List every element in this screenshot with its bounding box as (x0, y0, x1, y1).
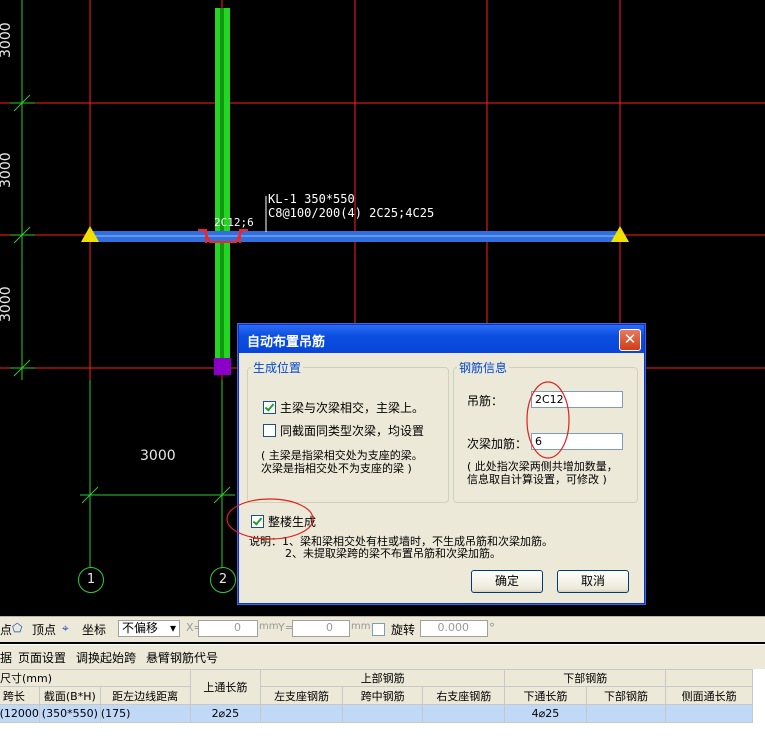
option-same-section-label: 同截面同类型次梁，均设置 (280, 424, 425, 438)
vertex-icon[interactable]: ⬠ (12, 621, 22, 635)
whole-floor-checkbox[interactable] (251, 515, 264, 528)
toolbar-cut-item[interactable]: 点 (0, 621, 12, 638)
rotate-input[interactable]: 0.000 (420, 620, 488, 637)
dimension-bottom: 3000 (140, 448, 176, 464)
header-span-length: 跨长 (0, 686, 40, 705)
dimension-left-top: 3000 (0, 22, 14, 58)
cell-left-support[interactable] (260, 704, 343, 723)
offset-select-value: 不偏移 (122, 621, 159, 635)
header-left-support: 左支座钢筋 (260, 686, 343, 705)
dialog-titlebar[interactable]: 自动布置吊筋 ✕ (239, 325, 644, 353)
header-group-left: 件尺寸(mm) (0, 669, 191, 687)
cell-bottom-rebar[interactable] (585, 704, 667, 723)
header-bottom-rebar: 下部钢筋 (585, 686, 667, 705)
cell-side-through[interactable] (665, 704, 753, 723)
explain-line2: 2、未提取梁跨的梁不布置吊筋和次梁加筋。 (285, 547, 501, 560)
header-left-distance: 距左边线距离 (99, 686, 191, 705)
rebar-input-table: 件尺寸(mm) 上通长筋 上部钢筋 下部钢筋 跨长 截面(B*H) 距左边线距离… (0, 669, 765, 753)
table-toolbar: 据 页面设置 调换起始跨 悬臂钢筋代号 (0, 644, 765, 669)
dialog-title: 自动布置吊筋 (247, 335, 326, 350)
cell-bottom-through[interactable]: 4⌀25 (504, 704, 587, 723)
option-main-beam-row[interactable]: 主梁与次梁相交，主梁上。 (263, 399, 424, 416)
ok-button[interactable]: 确定 (471, 570, 543, 593)
header-right-support: 右支座钢筋 (422, 686, 506, 705)
close-icon[interactable]: ✕ (619, 329, 641, 351)
beam-label-rebar: C8@100/200(4) 2C25;4C25 (268, 206, 435, 220)
rebar-group-legend: 钢筋信息 (457, 359, 510, 376)
hanger-label: 2C12;6 (214, 216, 254, 229)
option-main-beam-label: 主梁与次梁相交，主梁上。 (280, 401, 425, 415)
toolbar2-cut-item[interactable]: 据 (0, 649, 12, 666)
degree-unit: ° (489, 621, 495, 635)
column-center (220, 8, 224, 363)
offset-select[interactable]: 不偏移 ▾ (118, 620, 180, 637)
cell-top-through[interactable]: 2⌀25 (189, 704, 262, 723)
header-side-through: 侧面通长筋 (665, 686, 753, 705)
table-row[interactable]: (12000 (350*550) (175) 2⌀25 4⌀25 (0, 704, 753, 723)
x-unit: mm (259, 621, 279, 632)
hanger-field-label: 吊筋： (467, 394, 504, 408)
header-group-top: 上部钢筋 (260, 669, 506, 687)
rotate-label: 旋转 (391, 623, 416, 637)
cell-right-support[interactable] (422, 704, 506, 723)
hanger-input[interactable]: 2C12 (531, 391, 623, 408)
option-same-section-row[interactable]: 同截面同类型次梁，均设置 (263, 422, 424, 439)
selected-node (214, 358, 231, 375)
cantilever-code-button[interactable]: 悬臂钢筋代号 (146, 649, 218, 666)
adjust-start-span-button[interactable]: 调换起始跨 (76, 649, 136, 666)
cell-left-distance[interactable]: (175) (99, 704, 191, 723)
header-mid-span: 跨中钢筋 (341, 686, 424, 705)
header-top-through: 上通长筋 (189, 669, 262, 705)
dimension-left-bottom: 3000 (0, 286, 14, 322)
cancel-button[interactable]: 取消 (557, 570, 629, 593)
auto-hanger-dialog: 自动布置吊筋 ✕ 生成位置 主梁与次梁相交，主梁上。 同截面同类型次梁，均设置 … (238, 324, 645, 604)
option-main-beam-checkbox[interactable] (263, 401, 276, 414)
snap-toolbar: 点 ⬠ 顶点 ⌖ 坐标 不偏移 ▾ X= 0 mm Y= 0 mm 旋转 0.00… (0, 616, 765, 642)
position-note-line2: 次梁是指相交处不为支座的梁 ) (261, 462, 412, 475)
dimension-left-middle: 3000 (0, 152, 14, 188)
rotate-checkbox[interactable] (372, 623, 385, 636)
page-setup-button[interactable]: 页面设置 (18, 649, 66, 666)
rebar-note-line2: 信息取自计算设置，可修改 ) (467, 473, 607, 486)
option-same-section-checkbox[interactable] (263, 424, 276, 437)
y-input[interactable]: 0 (292, 620, 350, 637)
header-group-bottom: 下部钢筋 (504, 669, 667, 687)
secondary-input[interactable]: 6 (531, 433, 623, 450)
cell-mid-span[interactable] (341, 704, 424, 723)
cad-drawing-canvas[interactable]: 3000 3000 3000 3000 KL-1 350*550 C8@100/… (0, 0, 765, 640)
y-unit: mm (351, 621, 371, 632)
coordinate-label[interactable]: 坐标 (82, 621, 106, 638)
chevron-down-icon[interactable]: ▾ (170, 621, 176, 635)
axis-bubble-2: 2 (210, 567, 236, 593)
header-bottom-through: 下通长筋 (504, 686, 587, 705)
vertex-label[interactable]: 顶点 (32, 621, 56, 638)
cell-section[interactable]: (350*550) (38, 704, 101, 723)
coordinate-icon[interactable]: ⌖ (62, 621, 69, 636)
rebar-table: 件尺寸(mm) 上通长筋 上部钢筋 下部钢筋 跨长 截面(B*H) 距左边线距离… (0, 669, 753, 753)
x-input[interactable]: 0 (198, 620, 258, 637)
whole-floor-row[interactable]: 整楼生成 (251, 513, 316, 530)
rebar-note-line1: ( 此处指次梁两侧共增加数量， (467, 460, 618, 473)
whole-floor-label: 整楼生成 (268, 515, 317, 529)
header-section: 截面(B*H) (38, 686, 101, 705)
beam-label-name: KL-1 350*550 (268, 192, 355, 206)
position-group-legend: 生成位置 (251, 359, 304, 376)
table-empty-area (0, 722, 753, 753)
cell-span-length[interactable]: (12000 (0, 704, 40, 723)
secondary-field-label: 次梁加筋： (467, 437, 528, 451)
axis-bubble-1: 1 (78, 567, 104, 593)
position-note-line1: ( 主梁是指梁相交处为支座的梁。 (261, 449, 423, 462)
header-empty (665, 669, 753, 687)
